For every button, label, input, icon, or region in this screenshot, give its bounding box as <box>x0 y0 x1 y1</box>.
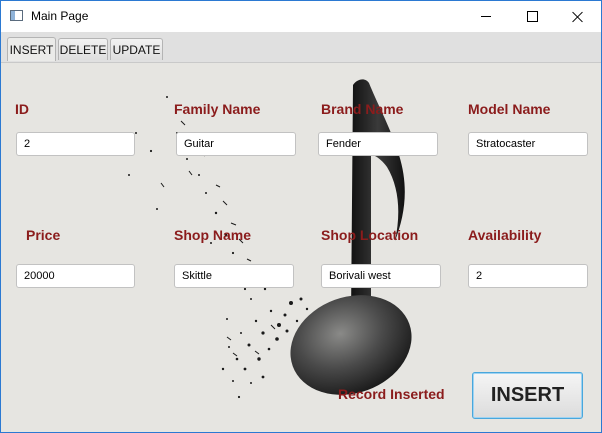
tab-bar: INSERT DELETE UPDATE <box>1 32 601 63</box>
window-title: Main Page <box>31 9 89 23</box>
model-name-field[interactable]: Stratocaster <box>468 132 588 156</box>
insert-panel: ID Family Name Brand Name Model Name 2 G… <box>1 63 601 432</box>
tab-update[interactable]: UPDATE <box>110 38 163 60</box>
availability-label: Availability <box>468 227 542 243</box>
family-name-label: Family Name <box>174 101 261 117</box>
shop-location-label: Shop Location <box>321 227 419 243</box>
app-window-icon <box>10 10 23 21</box>
insert-button[interactable]: INSERT <box>472 372 583 419</box>
minimize-icon <box>481 16 491 17</box>
title-bar: Main Page <box>1 1 601 32</box>
availability-field[interactable]: 2 <box>468 264 588 288</box>
shop-location-field[interactable]: Borivali west <box>321 264 441 288</box>
close-icon <box>572 11 584 23</box>
close-button[interactable] <box>555 1 601 32</box>
family-name-field[interactable]: Guitar <box>176 132 296 156</box>
price-field[interactable]: 20000 <box>16 264 135 288</box>
model-name-label: Model Name <box>468 101 551 117</box>
id-field[interactable]: 2 <box>16 132 135 156</box>
brand-name-field[interactable]: Fender <box>318 132 438 156</box>
maximize-icon <box>526 11 538 22</box>
id-label: ID <box>15 101 29 117</box>
shop-name-field[interactable]: Skittle <box>174 264 294 288</box>
tab-insert[interactable]: INSERT <box>7 37 56 61</box>
brand-name-label: Brand Name <box>321 101 404 117</box>
minimize-button[interactable] <box>463 1 509 32</box>
status-message: Record Inserted <box>338 386 445 402</box>
maximize-button[interactable] <box>509 1 555 32</box>
price-label: Price <box>26 227 61 243</box>
main-window: Main Page INSERT DELETE UPDATE ID Family… <box>0 0 602 433</box>
tab-delete[interactable]: DELETE <box>58 38 108 60</box>
shop-name-label: Shop Name <box>174 227 252 243</box>
